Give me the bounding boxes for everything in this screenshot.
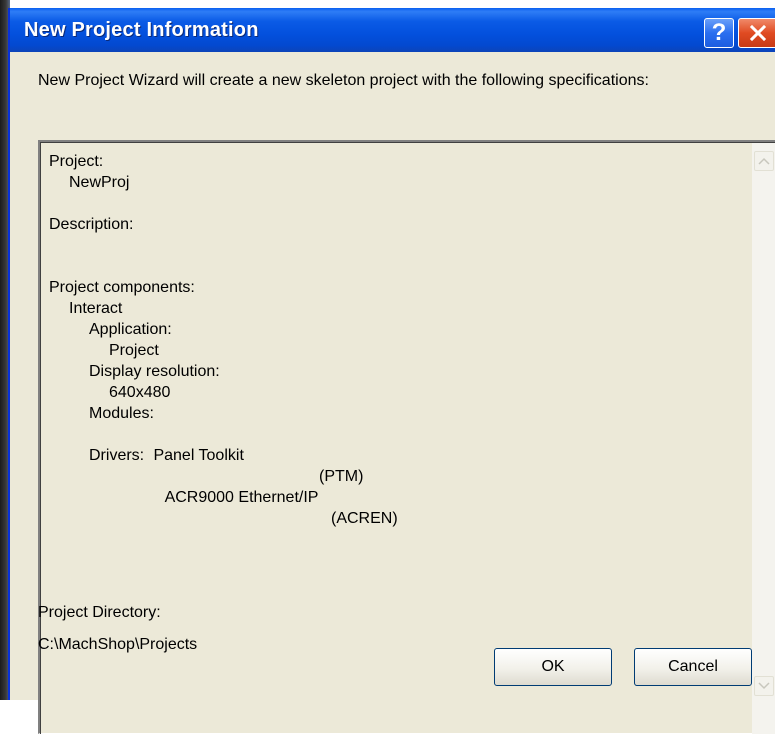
component-interact: Interact [69, 300, 123, 317]
driver-name: ACR9000 Ethernet/IP [164, 489, 319, 506]
resolution-value: 640x480 [109, 384, 171, 401]
application-label: Application: [89, 321, 172, 338]
module-name: Panel Toolkit [153, 447, 244, 464]
components-label: Project components: [49, 279, 195, 296]
description-label: Description: [49, 216, 134, 233]
scroll-down-button[interactable] [754, 676, 774, 696]
new-project-information-dialog: New Project Information ? New Project Wi… [8, 8, 775, 734]
project-name: NewProj [69, 174, 130, 191]
resolution-label: Display resolution: [89, 363, 220, 380]
project-directory-label: Project Directory: [38, 604, 161, 621]
project-label: Project: [49, 153, 104, 170]
scroll-up-button[interactable] [754, 151, 774, 171]
project-directory-path: C:\MachShop\Projects [38, 636, 198, 653]
modules-label: Modules: [89, 405, 154, 422]
driver-code: (ACREN) [331, 510, 398, 527]
close-icon [749, 24, 767, 42]
cancel-button[interactable]: Cancel [634, 648, 752, 686]
module-row: Panel Toolkit (PTM) [49, 424, 363, 485]
help-icon: ? [711, 19, 727, 46]
close-button[interactable] [738, 18, 775, 48]
ok-button[interactable]: OK [494, 648, 612, 686]
summary-text: Project: NewProj Description: Project co… [49, 151, 398, 527]
title-bar[interactable]: New Project Information ? [10, 8, 775, 52]
vertical-scrollbar[interactable] [752, 143, 775, 734]
intro-text: New Project Wizard will create a new ske… [38, 72, 649, 89]
chevron-up-icon [758, 157, 770, 165]
dialog-title: New Project Information [24, 19, 259, 41]
application-value: Project [109, 342, 159, 359]
chevron-down-icon [758, 682, 770, 690]
help-button[interactable]: ? [704, 18, 734, 48]
module-code: (PTM) [319, 468, 364, 485]
driver-row: ACR9000 Ethernet/IP (ACREN) [49, 466, 398, 527]
